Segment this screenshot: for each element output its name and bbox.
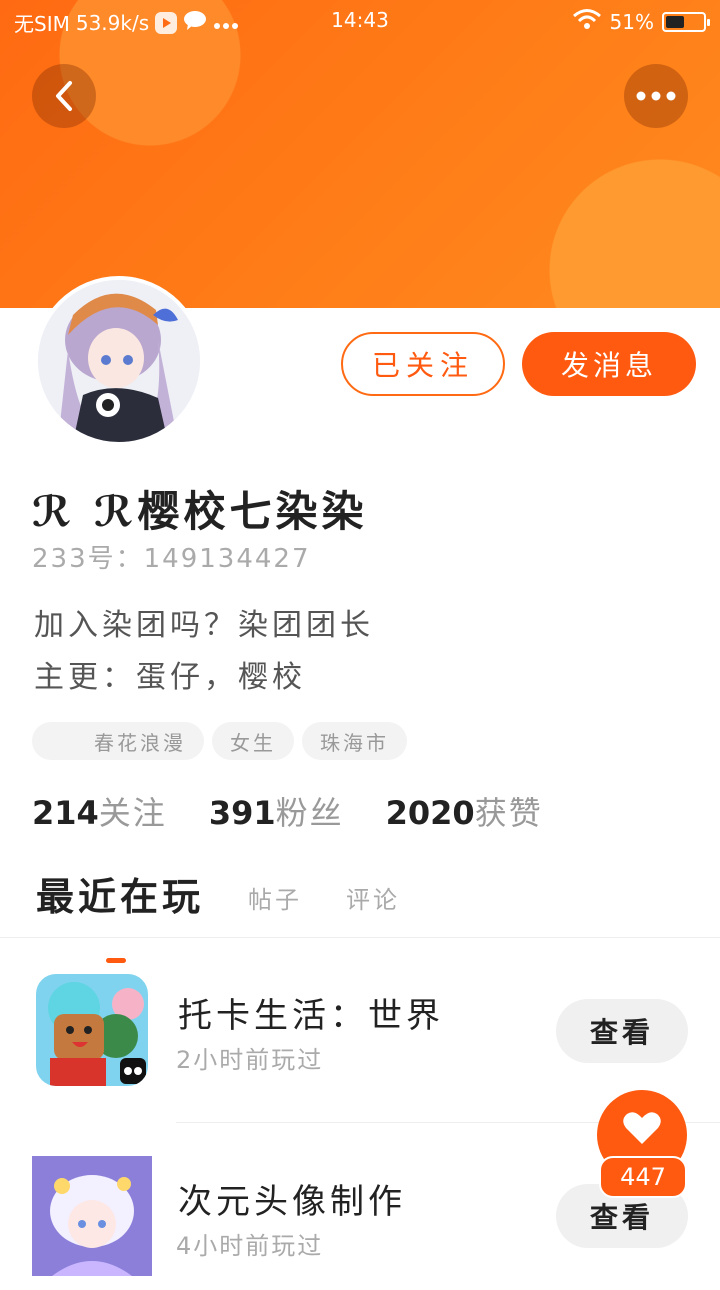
profile-nickname: ℛ ℛ樱校七染染 [32,487,368,536]
game-list-item[interactable]: 托卡生活：世界 2小时前玩过 查看 [0,960,720,1110]
battery-percent: 51% [609,9,654,34]
battery-icon [662,11,710,32]
profile-stats: 214关注 391粉丝 2020获赞 [32,788,543,834]
stat-label: 粉丝 [275,794,344,832]
more-horizontal-icon [636,91,676,101]
tag-chip: 珠海市 [302,722,407,760]
back-button[interactable] [32,64,96,128]
stat-number: 214 [32,794,99,832]
game-last-played: 4小时前玩过 [176,1232,324,1260]
send-message-button[interactable]: 发消息 [522,332,696,396]
profile-bio: 加入染团吗？染团团长 主更：蛋仔，樱校 [34,600,374,704]
stat-number: 391 [208,794,276,832]
bio-line: 加入染团吗？染团团长 [34,608,374,643]
like-count-badge: 447 [599,1156,687,1198]
avatar-maker-app-icon [32,1156,152,1276]
tab-recently-played[interactable]: 最近在玩 [36,866,204,963]
stat-followers[interactable]: 391粉丝 [209,788,344,834]
followed-button[interactable]: 已关注 [341,332,505,396]
wifi-icon [572,8,602,35]
avatar[interactable] [34,276,204,446]
heart-icon [623,1112,661,1144]
profile-tabs: 最近在玩 帖子 评论 [36,866,400,963]
stat-label: 获赞 [474,794,543,832]
bio-line: 主更：蛋仔，樱校 [34,660,306,695]
game-title: 托卡生活：世界 [178,996,444,1036]
game-title: 次元头像制作 [178,1182,406,1222]
profile-uid: 233号：149134427 [32,544,311,574]
profile-header-banner [0,0,720,308]
toca-life-world-app-icon [36,974,148,1086]
status-bar: 无SIM 53.9k/s 14:43 51% [0,0,720,44]
stat-label: 关注 [98,794,167,832]
battery-level [666,15,684,28]
profile-tags: 春花浪漫 女生 珠海市 [32,722,407,760]
tab-comments[interactable]: 评论 [346,880,400,921]
game-last-played: 2小时前玩过 [176,1046,324,1074]
tag-chip: 女生 [212,722,294,760]
view-game-button[interactable]: 查看 [556,999,688,1063]
stat-following[interactable]: 214关注 [32,788,167,834]
chevron-left-icon [56,81,72,111]
tab-posts[interactable]: 帖子 [248,880,302,921]
stat-likes[interactable]: 2020获赞 [386,788,543,834]
tag-chip: 春花浪漫 [32,722,204,760]
divider [0,937,720,938]
anime-girl-avatar-image [38,280,200,442]
stat-number: 2020 [385,794,475,832]
more-options-button[interactable] [624,64,688,128]
